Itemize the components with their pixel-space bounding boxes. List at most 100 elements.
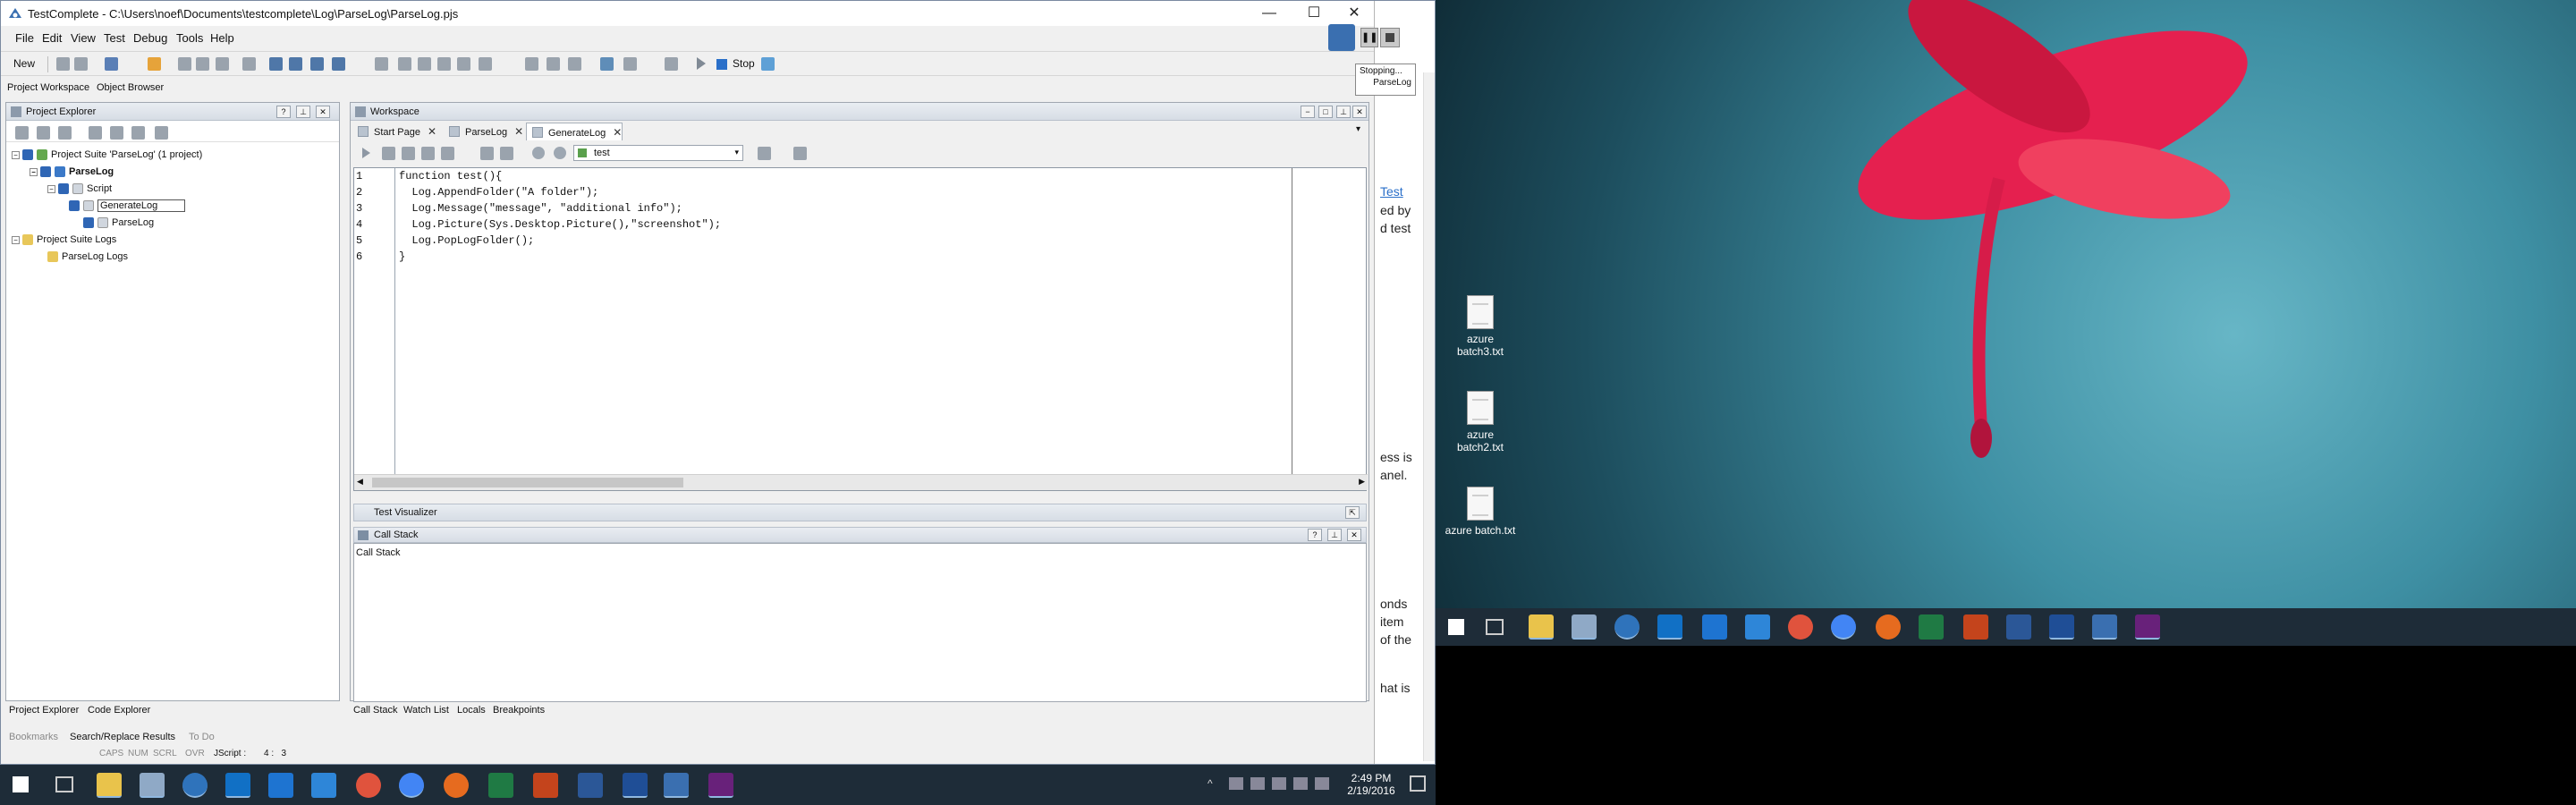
chrome-icon[interactable] [399, 773, 424, 798]
tab-generatelog[interactable]: GenerateLog ✕ [526, 123, 623, 140]
tray-icon[interactable] [1272, 777, 1286, 790]
pin-icon[interactable]: ⊥ [296, 106, 310, 118]
tray-icon[interactable] [1250, 777, 1265, 790]
tab-search-replace[interactable]: Search/Replace Results [70, 732, 175, 742]
tree-item-parselog-logs[interactable]: ParseLog Logs [47, 250, 128, 264]
chrome-icon[interactable] [356, 773, 381, 798]
help-icon[interactable]: ? [276, 106, 291, 118]
indent-icon[interactable] [382, 147, 395, 160]
window-icon[interactable] [310, 57, 324, 71]
menu-debug[interactable]: Debug [133, 31, 167, 45]
tab-project-explorer[interactable]: Project Explorer [9, 705, 79, 716]
code-editor[interactable]: 1 2 3 4 5 6 function test(){ Log.AppendF… [353, 167, 1368, 491]
powerpoint-icon[interactable] [533, 773, 558, 798]
testcomplete-icon[interactable] [664, 773, 689, 798]
restore-icon[interactable]: □ [1318, 106, 1333, 118]
visual-studio-icon[interactable] [2135, 614, 2160, 640]
menu-file[interactable]: File [15, 31, 34, 45]
tray-chevron-icon[interactable]: ^ [1208, 777, 1213, 790]
outdent-icon[interactable] [402, 147, 415, 160]
volume-icon[interactable] [1315, 777, 1329, 790]
tree-item-project-suite[interactable]: − Project Suite 'ParseLog' (1 project) [12, 148, 202, 162]
options-icon[interactable] [761, 57, 775, 71]
pause-button[interactable]: ❚❚ [1360, 28, 1378, 47]
tab-locals[interactable]: Locals [457, 705, 486, 716]
save-icon[interactable] [74, 57, 88, 71]
excel-icon[interactable] [1919, 614, 1944, 640]
clipboard-icon[interactable] [216, 57, 229, 71]
add-icon[interactable] [15, 126, 29, 140]
notifications-icon[interactable] [1410, 775, 1426, 792]
toggle-icon[interactable] [547, 57, 560, 71]
tree-item-project-suite-logs[interactable]: − Project Suite Logs [12, 233, 116, 247]
tree-item-generatelog[interactable]: GenerateLog [69, 199, 186, 213]
close-icon[interactable]: ✕ [514, 125, 523, 138]
task-view-icon[interactable] [1486, 619, 1504, 635]
routine-select[interactable]: test ▾ [573, 145, 743, 161]
toggle-icon[interactable] [568, 57, 581, 71]
stop-button[interactable] [1380, 28, 1400, 47]
tree-item-project[interactable]: − ParseLog [30, 165, 114, 179]
tree-item-parselog[interactable]: ParseLog [83, 216, 154, 230]
close-icon[interactable]: ✕ [316, 106, 330, 118]
record-icon[interactable] [525, 57, 538, 71]
visual-studio-icon[interactable] [708, 773, 733, 798]
window-icon[interactable] [600, 57, 614, 71]
expand-icon[interactable]: ⇱ [1345, 506, 1360, 519]
open-icon[interactable] [56, 57, 70, 71]
window-icon[interactable] [269, 57, 283, 71]
menu-tools[interactable]: Tools [176, 31, 203, 45]
network-icon[interactable] [1293, 777, 1308, 790]
excel-icon[interactable] [488, 773, 513, 798]
vertical-scrollbar[interactable] [1423, 72, 1435, 761]
testcomplete-icon[interactable] [2092, 614, 2117, 640]
chrome-icon[interactable] [1788, 614, 1813, 640]
more-icon[interactable] [155, 126, 168, 140]
tab-start-page[interactable]: Start Page ✕ [352, 123, 436, 140]
window-icon[interactable] [289, 57, 302, 71]
app-icon[interactable] [623, 773, 648, 798]
settings-icon[interactable] [665, 57, 678, 71]
pin-icon[interactable]: ⊥ [1336, 106, 1351, 118]
edge-icon[interactable] [1702, 614, 1727, 640]
new-button[interactable]: New [13, 57, 35, 70]
breakpoint-icon[interactable] [532, 147, 545, 159]
outlook-icon[interactable] [1657, 614, 1682, 640]
desktop-file[interactable]: azure batch.txt [1445, 487, 1516, 537]
horizontal-scrollbar[interactable]: ◀ ▶ [354, 474, 1368, 490]
clock[interactable]: 2:49 PM 2/19/2016 [1340, 772, 1402, 797]
app-icon[interactable] [1614, 614, 1640, 640]
remove-icon[interactable] [131, 126, 145, 140]
minimize-button[interactable]: — [1249, 1, 1290, 26]
app-icon[interactable] [2049, 614, 2074, 640]
tab-object-browser[interactable]: Object Browser [94, 81, 166, 94]
layout-icon[interactable] [332, 57, 345, 71]
stop-button[interactable]: Stop [733, 57, 755, 70]
word-icon[interactable] [578, 773, 603, 798]
file-explorer-icon[interactable] [1529, 614, 1554, 640]
tabs-dropdown-icon[interactable]: ▾ [1356, 124, 1360, 134]
internet-explorer-icon[interactable] [311, 773, 336, 798]
tree-item-script[interactable]: − Script [47, 182, 112, 196]
bookmark-icon[interactable] [480, 147, 494, 160]
save-all-icon[interactable] [105, 57, 118, 71]
stop-square-icon[interactable] [623, 57, 637, 71]
tab-parselog[interactable]: ParseLog ✕ [444, 123, 523, 140]
add-icon[interactable] [58, 126, 72, 140]
run-icon[interactable] [697, 57, 706, 70]
close-icon[interactable]: ✕ [428, 125, 436, 138]
tab-watch-list[interactable]: Watch List [403, 705, 449, 716]
scroll-right-icon[interactable]: ▶ [1359, 477, 1365, 487]
bookmark-icon[interactable] [500, 147, 513, 160]
close-icon[interactable]: ✕ [1347, 529, 1361, 541]
tray-icon[interactable] [1229, 777, 1243, 790]
file-explorer-icon[interactable] [97, 773, 122, 798]
windows-start-icon[interactable] [1448, 619, 1464, 635]
redo-icon[interactable] [398, 57, 411, 71]
help-icon[interactable]: ? [1308, 529, 1322, 541]
run-icon[interactable] [89, 126, 102, 140]
breakpoint-icon[interactable] [554, 147, 566, 159]
app-icon[interactable] [1572, 614, 1597, 640]
scroll-left-icon[interactable]: ◀ [357, 477, 363, 487]
app-icon[interactable] [182, 773, 208, 798]
